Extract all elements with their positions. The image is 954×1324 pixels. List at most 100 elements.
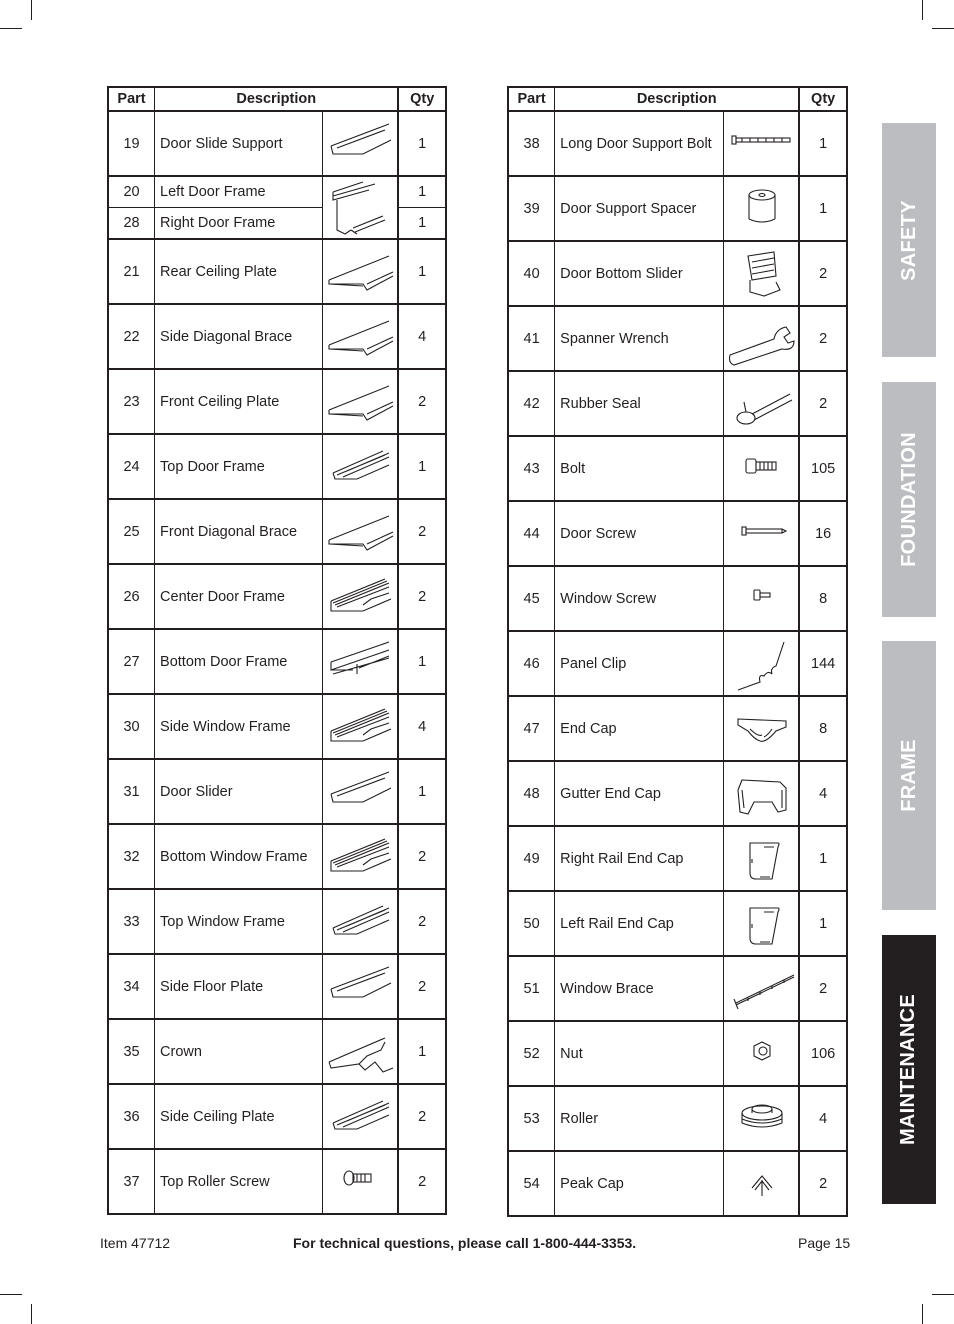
part-number: 51 xyxy=(507,955,556,1022)
part-quantity: 2 xyxy=(397,498,447,565)
flat-plate-icon xyxy=(328,384,394,421)
crop-mark xyxy=(932,1294,954,1295)
part-quantity: 2 xyxy=(798,1150,848,1217)
part-number: 22 xyxy=(107,303,156,370)
long-screw-icon xyxy=(741,525,787,536)
table-row: 20 Left Door Frame 1 xyxy=(107,175,447,240)
part-number: 41 xyxy=(507,305,556,372)
ribbed-rail-icon xyxy=(330,707,392,742)
wrench-icon xyxy=(728,325,795,366)
part-description: Door Screw xyxy=(554,500,724,567)
part-number: 43 xyxy=(507,435,556,502)
angle-rail-icon xyxy=(330,122,392,155)
part-illustration xyxy=(722,630,800,697)
crop-mark xyxy=(922,1304,923,1324)
header-part: Part xyxy=(107,86,156,112)
part-illustration xyxy=(322,1148,399,1215)
footer-page-number: Page 15 xyxy=(798,1235,851,1251)
part-quantity: 2 xyxy=(397,1083,447,1150)
part-quantity: 106 xyxy=(798,1020,848,1087)
part-number: 28 xyxy=(107,207,156,240)
slider-block-icon xyxy=(747,250,781,297)
part-illustration xyxy=(722,175,800,242)
part-quantity: 2 xyxy=(798,955,848,1022)
flat-plate-icon xyxy=(328,514,394,551)
rail-cap-icon xyxy=(749,841,780,880)
table-row: 47 End Cap 8 xyxy=(507,695,848,762)
tab-safety[interactable]: SAFETY xyxy=(882,123,936,357)
part-illustration xyxy=(322,238,399,305)
part-description: End Cap xyxy=(554,695,724,762)
part-quantity: 4 xyxy=(798,760,848,827)
part-illustration xyxy=(722,1020,800,1087)
part-description: Long Door Support Bolt xyxy=(554,110,724,177)
part-quantity: 1 xyxy=(397,110,447,177)
part-number: 52 xyxy=(507,1020,556,1087)
part-number: 32 xyxy=(107,823,156,890)
header-qty: Qty xyxy=(397,86,447,112)
part-illustration xyxy=(322,823,399,890)
table-row: 38 Long Door Support Bolt 1 xyxy=(507,110,848,177)
part-description: Crown xyxy=(154,1018,324,1085)
parts-table-left: Part Description Qty 19 Door Slide Suppor… xyxy=(107,86,447,1215)
part-number: 35 xyxy=(107,1018,156,1085)
part-illustration xyxy=(722,370,800,437)
part-description: Right Rail End Cap xyxy=(554,825,724,892)
part-description: Top Roller Screw xyxy=(154,1148,324,1215)
part-number: 39 xyxy=(507,175,556,242)
part-number: 37 xyxy=(107,1148,156,1215)
end-cap-icon xyxy=(737,717,787,742)
table-row: 26 Center Door Frame 2 xyxy=(107,563,447,630)
part-quantity: 4 xyxy=(397,303,447,370)
part-description: Right Door Frame xyxy=(154,207,324,240)
part-quantity: 8 xyxy=(798,695,848,762)
part-quantity: 4 xyxy=(397,693,447,760)
part-quantity: 2 xyxy=(397,563,447,630)
crop-mark xyxy=(31,0,32,20)
ribbed-rail-icon xyxy=(330,577,392,612)
part-description: Bolt xyxy=(554,435,724,502)
table-header-row: Part Description Qty xyxy=(107,86,447,112)
table-row: 21 Rear Ceiling Plate 1 xyxy=(107,238,447,305)
angle-rail-icon xyxy=(330,965,392,998)
part-quantity: 1 xyxy=(397,175,447,208)
tab-label: MAINTENANCE xyxy=(897,993,920,1146)
table-row: 41 Spanner Wrench 2 xyxy=(507,305,848,372)
part-description: Nut xyxy=(554,1020,724,1087)
part-quantity: 2 xyxy=(798,370,848,437)
part-quantity: 2 xyxy=(798,305,848,372)
part-number: 38 xyxy=(507,110,556,177)
part-illustration xyxy=(722,760,800,827)
part-illustration xyxy=(322,1018,399,1085)
part-quantity: 2 xyxy=(397,953,447,1020)
small-screw-icon xyxy=(753,588,771,601)
part-description: Gutter End Cap xyxy=(554,760,724,827)
part-description: Bottom Door Frame xyxy=(154,628,324,695)
part-number: 48 xyxy=(507,760,556,827)
part-number: 54 xyxy=(507,1150,556,1217)
channel-rail-icon xyxy=(332,1099,390,1130)
table-row: 50 Left Rail End Cap 1 xyxy=(507,890,848,957)
table-row: 24 Top Door Frame 1 xyxy=(107,433,447,500)
part-description: Rubber Seal xyxy=(554,370,724,437)
part-description: Bottom Window Frame xyxy=(154,823,324,890)
tab-frame[interactable]: FRAME xyxy=(882,641,936,910)
part-quantity: 2 xyxy=(397,368,447,435)
tab-foundation[interactable]: FOUNDATION xyxy=(882,382,936,617)
table-row: 31 Door Slider 1 xyxy=(107,758,447,825)
part-number: 53 xyxy=(507,1085,556,1152)
header-description: Description xyxy=(554,86,800,112)
part-illustration xyxy=(722,825,800,892)
part-quantity: 1 xyxy=(397,758,447,825)
part-quantity: 2 xyxy=(397,823,447,890)
tab-maintenance[interactable]: MAINTENANCE xyxy=(882,935,936,1204)
part-quantity: 2 xyxy=(397,888,447,955)
table-row: 36 Side Ceiling Plate 2 xyxy=(107,1083,447,1150)
part-quantity: 1 xyxy=(798,175,848,242)
tab-label: SAFETY xyxy=(897,199,920,281)
part-illustration xyxy=(722,1085,800,1152)
part-quantity: 1 xyxy=(798,110,848,177)
table-row: 49 Right Rail End Cap 1 xyxy=(507,825,848,892)
part-illustration xyxy=(722,305,800,372)
part-number: 30 xyxy=(107,693,156,760)
